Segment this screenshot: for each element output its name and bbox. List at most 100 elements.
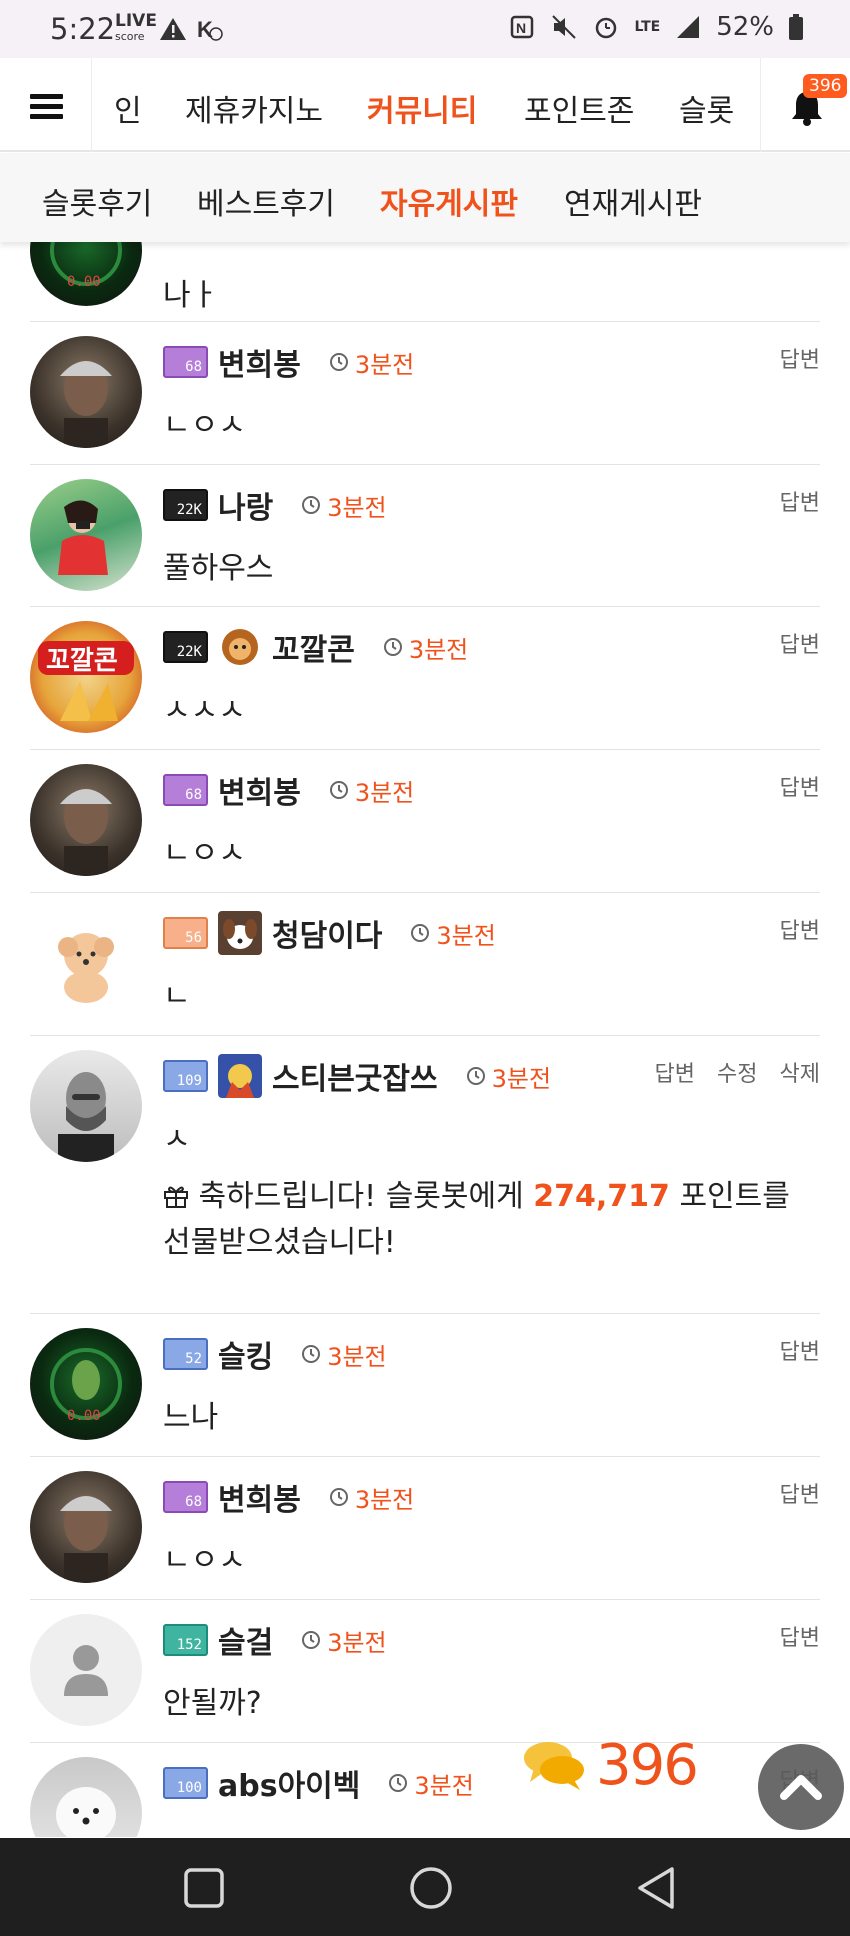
status-bar: 5:22 LIVE score K N LTE 52%	[0, 0, 850, 58]
comment-text: 나ㅏ	[163, 278, 219, 313]
comment-meta: 68 변희봉 3분전	[163, 768, 414, 812]
clock-icon	[383, 638, 402, 656]
edit-button[interactable]: 수정	[717, 1056, 757, 1088]
level-badge-icon: 52	[163, 1338, 208, 1370]
comment-time: 3분전	[327, 1628, 387, 1657]
nfc-icon: N	[511, 15, 534, 39]
signal-icon	[677, 16, 700, 38]
reply-button[interactable]: 답변	[780, 342, 820, 374]
nickname[interactable]: abs아이벡	[218, 1761, 360, 1805]
status-time: 5:22	[50, 12, 116, 46]
avatar-image: 꼬깔콘	[38, 641, 134, 721]
avatar[interactable]	[30, 907, 142, 1019]
nickname[interactable]: 청담이다	[272, 911, 382, 955]
avatar-image	[56, 1787, 116, 1837]
level-badge-icon: 152	[163, 1624, 208, 1656]
avatar[interactable]: 꼬깔콘	[30, 621, 142, 733]
reply-button[interactable]: 답변	[780, 627, 820, 659]
level-value: 52	[185, 1351, 202, 1367]
mute-icon	[552, 15, 577, 39]
avatar-image	[58, 1072, 114, 1162]
reply-button[interactable]: 답변	[780, 485, 820, 517]
top-navigation: 인 제휴카지노 커뮤니티 포인트존 슬롯 396	[0, 58, 850, 152]
comment-actions: 답변	[780, 1334, 820, 1366]
nickname[interactable]: 변희봉	[218, 768, 301, 812]
comment-meta: 152 슬걸 3분전	[163, 1618, 387, 1662]
sub-nav-item-slot-review[interactable]: 슬롯후기	[42, 179, 152, 223]
delete-button[interactable]: 삭제	[780, 1056, 820, 1088]
avatar-image	[60, 1495, 112, 1583]
top-nav-item-slot[interactable]: 슬롯	[679, 86, 734, 130]
back-icon[interactable]	[634, 1865, 680, 1911]
comment-item: 꼬깔콘 22K 꼬깔콘 3분전 답변 ㅅㅅㅅ	[30, 607, 820, 750]
recent-apps-icon[interactable]	[183, 1867, 225, 1909]
reply-button[interactable]: 답변	[780, 1620, 820, 1652]
gift-message-prefix: 축하드립니다! 슬롯봇에게	[198, 1179, 524, 1214]
nickname[interactable]: 변희봉	[218, 1475, 301, 1519]
nickname[interactable]: 꼬깔콘	[272, 625, 355, 669]
home-icon[interactable]	[408, 1865, 454, 1911]
level-value: 109	[176, 1073, 202, 1089]
comment-meta: 52 슬킹 3분전	[163, 1332, 387, 1376]
comment-actions: 답변	[780, 627, 820, 659]
comment-actions: 답변 수정 삭제	[655, 1056, 820, 1088]
gift-message: 축하드립니다! 슬롯봇에게 274,717 포인트를 선물받으셨습니다!	[163, 1174, 823, 1266]
comment-actions: 답변	[780, 485, 820, 517]
comment-text: 느나	[163, 1400, 219, 1435]
top-nav-item-community[interactable]: 커뮤니티	[367, 86, 477, 130]
level-value: 68	[185, 1494, 202, 1510]
notification-button[interactable]: 396	[760, 58, 850, 152]
sub-nav-item-serial-board[interactable]: 연재게시판	[564, 179, 702, 223]
comment-actions: 답변	[780, 342, 820, 374]
top-nav-item-partial[interactable]: 인	[114, 86, 142, 130]
comment-item: 109 스티븐굿잡쓰 3분전 답변 수정 삭제 ㅅ 축하드립니다! 슬롯봇에게 …	[30, 1036, 820, 1314]
scroll-to-top-button[interactable]	[758, 1744, 844, 1830]
level-value: 100	[176, 1780, 202, 1796]
reply-button[interactable]: 답변	[655, 1056, 695, 1088]
nickname[interactable]: 슬킹	[218, 1332, 273, 1376]
reply-button[interactable]: 답변	[780, 1477, 820, 1509]
clock-icon	[389, 1774, 408, 1792]
level-badge-icon: 68	[163, 1481, 208, 1513]
gift-icon	[164, 1186, 188, 1208]
avatar[interactable]	[30, 764, 142, 876]
comment-actions: 답변	[780, 770, 820, 802]
avatar[interactable]	[30, 1471, 142, 1583]
avatar[interactable]	[30, 479, 142, 591]
comment-item: 100 abs아이벡 3분전 답변	[30, 1743, 820, 1837]
battery-percent: 52%	[716, 12, 774, 42]
menu-button[interactable]	[0, 58, 92, 152]
comment-time: 3분전	[436, 921, 496, 950]
nickname[interactable]: 스티븐굿잡쓰	[272, 1054, 438, 1098]
avatar[interactable]: 0.00	[30, 242, 142, 306]
avatar[interactable]	[30, 1614, 142, 1726]
nickname[interactable]: 슬걸	[218, 1618, 273, 1662]
top-nav-item-casino[interactable]: 제휴카지노	[185, 86, 323, 130]
avatar[interactable]	[30, 336, 142, 448]
comment-item: 0.00 나ㅏ	[30, 242, 820, 322]
comment-item: 22K 나랑 3분전 답변 풀하우스	[30, 465, 820, 607]
nickname[interactable]: 변희봉	[218, 340, 301, 384]
reply-button[interactable]: 답변	[780, 770, 820, 802]
reply-button[interactable]: 답변	[780, 1334, 820, 1366]
avatar[interactable]	[30, 1050, 142, 1162]
lion-badge-icon	[218, 625, 262, 669]
level-value: 22K	[176, 502, 202, 518]
avatar[interactable]: 0.00	[30, 1328, 142, 1440]
comment-meta: 100 abs아이벡 3분전	[163, 1761, 474, 1805]
floating-comment-count[interactable]: 396	[522, 1733, 699, 1798]
top-nav-item-pointzone[interactable]: 포인트존	[524, 86, 634, 130]
warning-icon	[160, 18, 186, 40]
nickname[interactable]: 나랑	[218, 483, 273, 527]
level-value: 56	[185, 930, 202, 946]
sub-nav-item-best-review[interactable]: 베스트후기	[197, 179, 335, 223]
comment-text: ㅅㅅㅅ	[163, 693, 246, 728]
comment-item: 56 청담이다 3분전 답변 ㄴ	[30, 893, 820, 1036]
sub-nav-item-free-board[interactable]: 자유게시판	[380, 179, 518, 223]
status-right-icons: N LTE 52%	[508, 12, 804, 42]
clock-icon	[329, 353, 348, 371]
status-left-icons: LIVE score K	[115, 13, 223, 44]
avatar[interactable]	[30, 1757, 142, 1837]
comment-item: 68 변희봉 3분전 답변 ㄴㅇㅅ	[30, 1457, 820, 1600]
reply-button[interactable]: 답변	[780, 913, 820, 945]
